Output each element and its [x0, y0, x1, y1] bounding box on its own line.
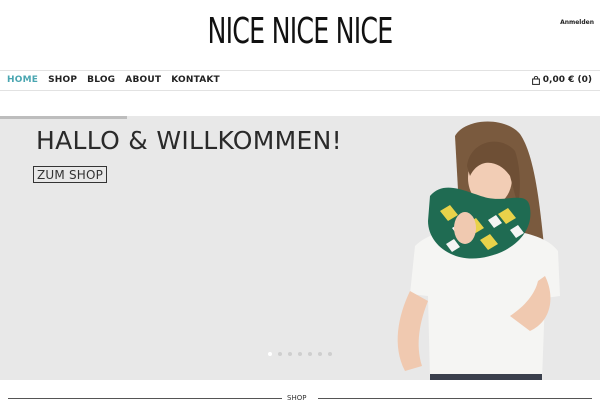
- slider-dot[interactable]: [278, 352, 282, 356]
- nav-item-about[interactable]: ABOUT: [125, 75, 161, 85]
- cart-total: 0,00 € (0): [542, 75, 592, 85]
- slider-progress-bar: [0, 116, 127, 119]
- nav-item-kontakt[interactable]: KONTAKT: [171, 75, 220, 85]
- cart-link[interactable]: 0,00 € (0): [531, 75, 592, 85]
- nav-item-shop[interactable]: SHOP: [48, 75, 77, 85]
- site-logo[interactable]: NICE NICE NICE: [66, 11, 534, 52]
- slider-dot[interactable]: [298, 352, 302, 356]
- shop-section-heading: SHOP: [0, 380, 600, 402]
- nav-item-home[interactable]: HOME: [7, 75, 38, 85]
- slider-dot[interactable]: [268, 352, 272, 356]
- slider-dot[interactable]: [318, 352, 322, 356]
- shopping-bag-icon: [531, 75, 540, 85]
- divider-left: [8, 398, 282, 399]
- slider-pagination: [268, 352, 338, 356]
- slider-dot[interactable]: [288, 352, 292, 356]
- hero-slider[interactable]: HALLO & WILLKOMMEN! ZUM SHOP: [0, 116, 600, 380]
- slider-dot[interactable]: [328, 352, 332, 356]
- divider-right: [318, 398, 592, 399]
- hero-model-image: [397, 121, 560, 380]
- nav-item-blog[interactable]: BLOG: [87, 75, 115, 85]
- hero-title: HALLO & WILLKOMMEN!: [36, 126, 342, 155]
- main-navigation: HOME SHOP BLOG ABOUT KONTAKT 0,00 € (0): [0, 70, 600, 91]
- shop-button[interactable]: ZUM SHOP: [33, 166, 108, 183]
- login-link[interactable]: Anmelden: [560, 19, 594, 26]
- site-header: NICE NICE NICE Anmelden: [0, 0, 600, 70]
- slider-dot[interactable]: [308, 352, 312, 356]
- section-label: SHOP: [287, 394, 307, 402]
